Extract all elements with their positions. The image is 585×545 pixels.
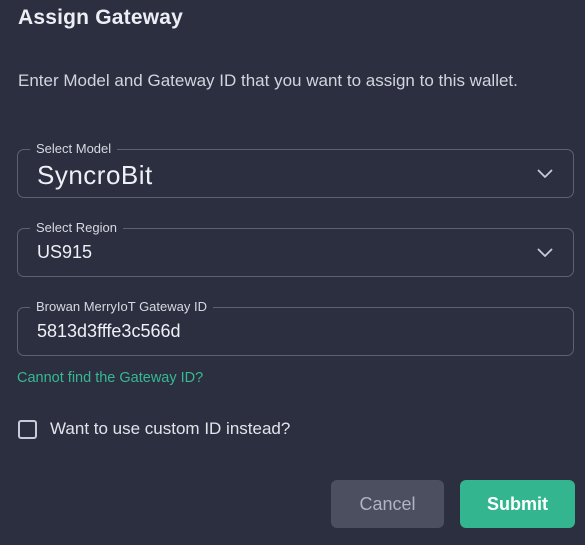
gateway-id-input[interactable]: 5813d3fffe3c566d	[37, 321, 180, 342]
region-select-value: US915	[37, 242, 93, 262]
custom-id-checkbox-label[interactable]: Want to use custom ID instead?	[50, 419, 290, 439]
gateway-id-label: Browan MerryIoT Gateway ID	[30, 299, 213, 315]
model-select[interactable]: Select Model SyncroBit	[17, 141, 574, 198]
dialog-title: Assign Gateway	[18, 6, 184, 29]
model-select-value: SyncroBit	[37, 160, 153, 190]
dialog-description: Enter Model and Gateway ID that you want…	[18, 71, 518, 90]
region-select[interactable]: Select Region US915	[17, 220, 574, 277]
region-select-label: Select Region	[30, 220, 123, 236]
chevron-down-icon[interactable]	[537, 169, 553, 179]
assign-gateway-dialog: Assign Gateway Enter Model and Gateway I…	[0, 0, 585, 545]
chevron-down-icon[interactable]	[537, 248, 553, 258]
gateway-id-field[interactable]: Browan MerryIoT Gateway ID 5813d3fffe3c5…	[17, 299, 574, 356]
cannot-find-gateway-id-link[interactable]: Cannot find the Gateway ID?	[17, 370, 203, 386]
custom-id-option[interactable]: Want to use custom ID instead?	[18, 417, 290, 441]
cancel-button[interactable]: Cancel	[331, 480, 444, 528]
model-select-label: Select Model	[30, 141, 118, 157]
submit-button[interactable]: Submit	[460, 480, 575, 528]
custom-id-checkbox[interactable]	[18, 419, 37, 439]
